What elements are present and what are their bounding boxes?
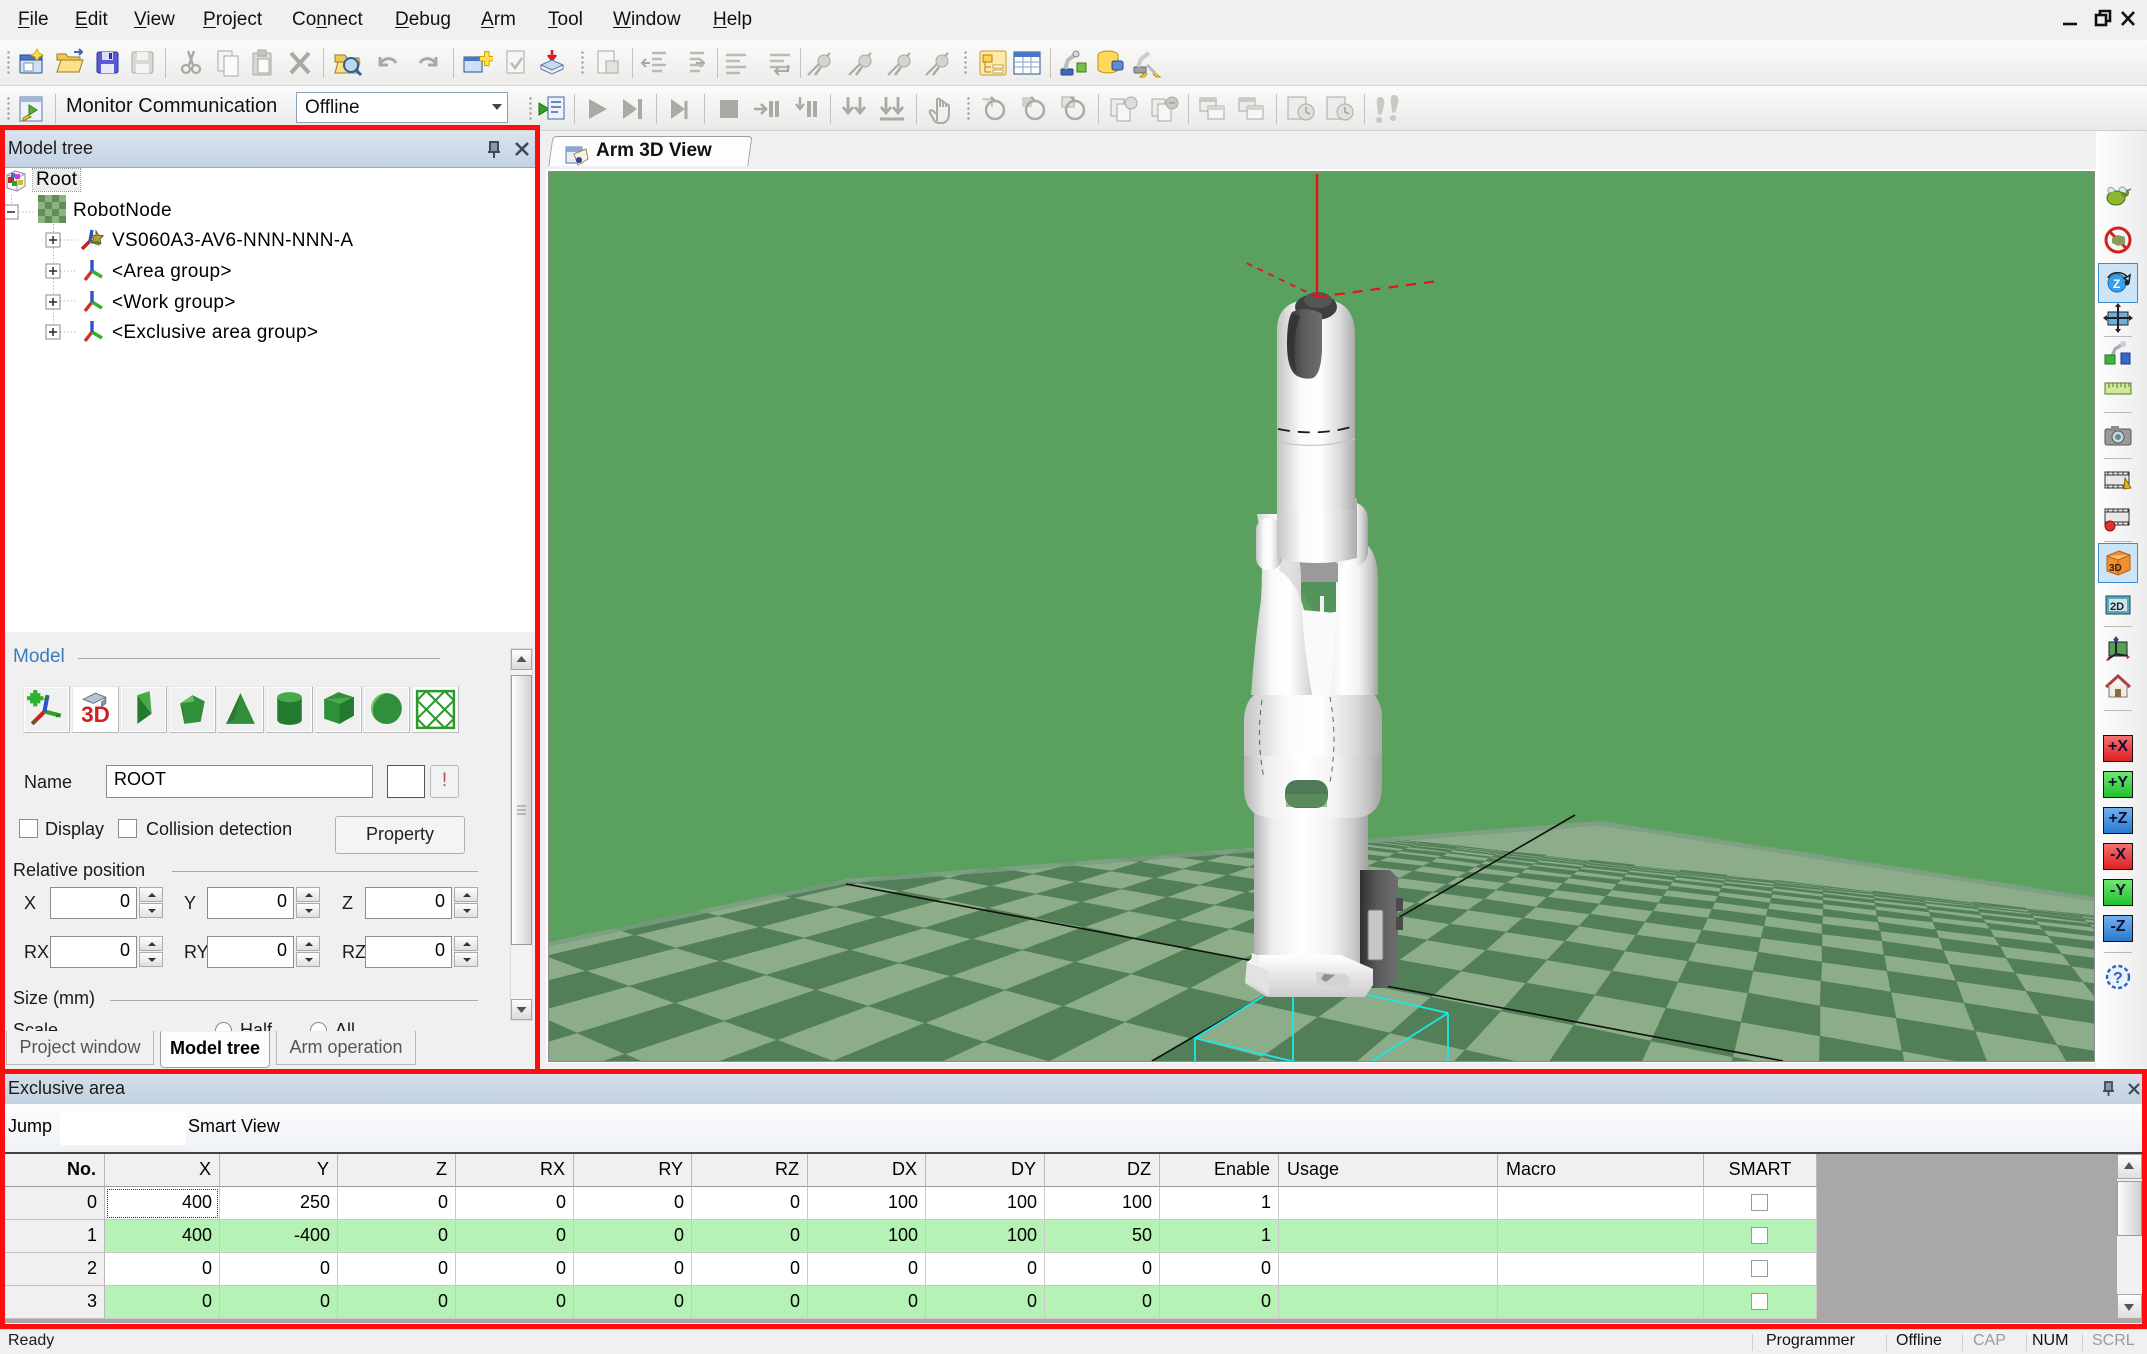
svg-text:3D: 3D [2109,563,2122,574]
svg-text:Z: Z [2113,277,2120,291]
svg-text:?: ? [2113,970,2123,987]
svg-text:2D: 2D [2110,601,2124,613]
